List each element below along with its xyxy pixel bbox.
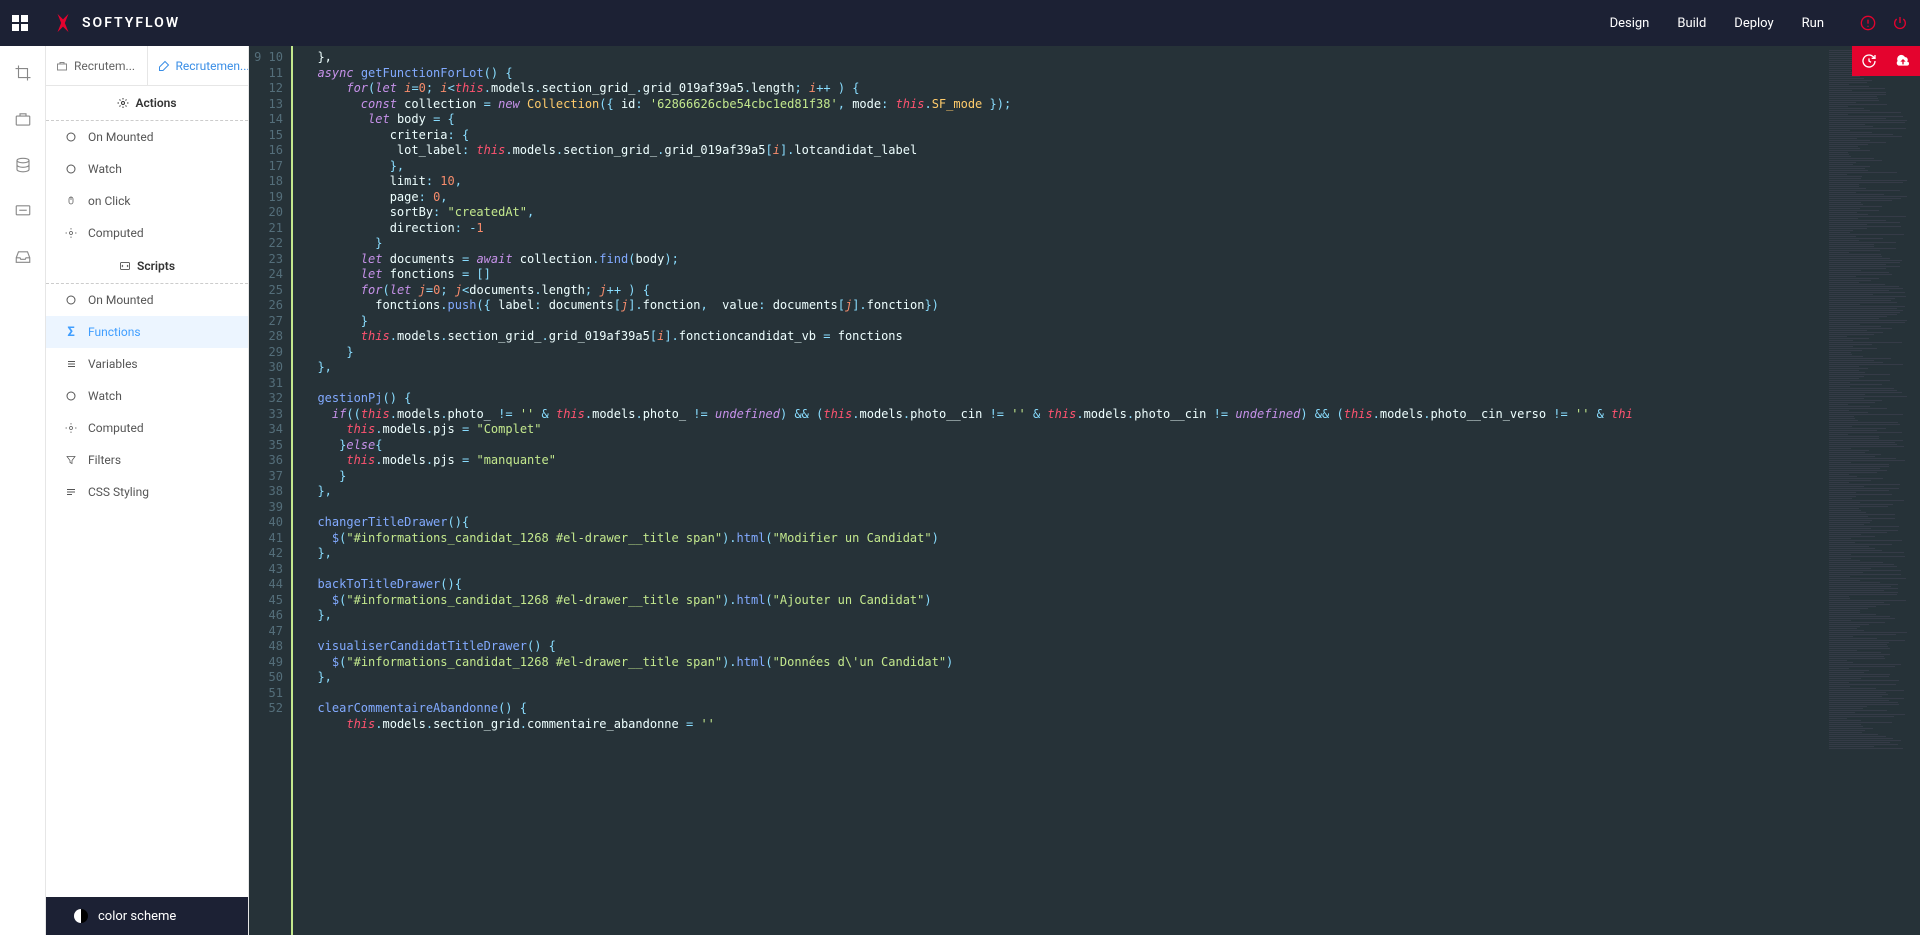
scripts-item-variables[interactable]: Variables xyxy=(46,348,248,380)
brand-name: SOFTYFLOW xyxy=(82,15,180,31)
fold-bar xyxy=(291,46,297,935)
scripts-item-watch[interactable]: Watch xyxy=(46,380,248,412)
cloud-upload-button[interactable] xyxy=(1886,46,1920,76)
scripts-item-functions[interactable]: Σ Functions xyxy=(46,316,248,348)
briefcase-icon xyxy=(56,60,68,72)
item-label: Watch xyxy=(88,162,122,176)
rail-database-icon[interactable] xyxy=(14,156,32,174)
scripts-item-css-styling[interactable]: CSS Styling xyxy=(46,476,248,508)
line-gutter: 9 10 11 12 13 14 15 16 17 18 19 20 21 22… xyxy=(249,46,291,935)
header-left: SOFTYFLOW xyxy=(12,12,180,34)
css-icon xyxy=(64,485,78,499)
sidebar-tabs: Recrutem... Recrutemen... xyxy=(46,46,248,86)
editor-action-buttons xyxy=(1852,46,1920,76)
color-scheme-toggle[interactable]: color scheme xyxy=(46,897,248,935)
scripts-item-on-mounted[interactable]: On Mounted xyxy=(46,284,248,316)
color-scheme-label: color scheme xyxy=(98,909,176,924)
section-title: Scripts xyxy=(137,259,175,273)
history-button[interactable] xyxy=(1852,46,1886,76)
main-area: Recrutem... Recrutemen... Actions On Mou… xyxy=(0,46,1920,935)
code-content[interactable]: }, async getFunctionForLot() { for(let i… xyxy=(297,46,1825,935)
gear-icon xyxy=(64,226,78,240)
rail-crop-icon[interactable] xyxy=(14,64,32,82)
rail-inbox-icon[interactable] xyxy=(14,248,32,266)
warning-icon[interactable] xyxy=(1860,15,1876,31)
item-label: Filters xyxy=(88,453,121,467)
sidebar-tab-1[interactable]: Recrutemen... xyxy=(148,46,249,85)
rail-screen-icon[interactable] xyxy=(14,202,32,220)
actions-item-computed[interactable]: Computed xyxy=(46,217,248,249)
item-label: Variables xyxy=(88,357,138,371)
item-label: Computed xyxy=(88,421,144,435)
contrast-icon xyxy=(74,909,88,923)
tab-label: Recrutemen... xyxy=(176,59,249,73)
power-icon[interactable] xyxy=(1892,15,1908,31)
editor-area: 9 10 11 12 13 14 15 16 17 18 19 20 21 22… xyxy=(249,46,1920,935)
code-icon xyxy=(119,260,131,272)
actions-item-watch[interactable]: Watch xyxy=(46,153,248,185)
apps-grid-icon[interactable] xyxy=(12,15,28,31)
code-editor[interactable]: 9 10 11 12 13 14 15 16 17 18 19 20 21 22… xyxy=(249,46,1920,935)
section-title: Actions xyxy=(135,96,176,110)
header-right: Design Build Deploy Run xyxy=(1610,15,1908,31)
gear-icon xyxy=(117,97,129,109)
scripts-item-computed[interactable]: Computed xyxy=(46,412,248,444)
item-label: On Mounted xyxy=(88,130,153,144)
sidebar-tab-0[interactable]: Recrutem... xyxy=(46,46,148,85)
sigma-icon: Σ xyxy=(64,325,78,339)
logo-icon xyxy=(52,12,74,34)
edit-icon xyxy=(158,60,170,72)
sidebar: Recrutem... Recrutemen... Actions On Mou… xyxy=(46,46,249,935)
mouse-icon xyxy=(64,194,78,208)
actions-item-on-mounted[interactable]: On Mounted xyxy=(46,121,248,153)
scripts-item-filters[interactable]: Filters xyxy=(46,444,248,476)
circle-icon xyxy=(64,130,78,144)
section-scripts-header: Scripts xyxy=(46,249,248,284)
nav-build[interactable]: Build xyxy=(1677,16,1706,31)
gear-icon xyxy=(64,421,78,435)
top-header: SOFTYFLOW Design Build Deploy Run xyxy=(0,0,1920,46)
item-label: CSS Styling xyxy=(88,485,149,499)
minimap[interactable] xyxy=(1825,46,1920,935)
filter-icon xyxy=(64,453,78,467)
section-actions-header: Actions xyxy=(46,86,248,121)
item-label: Computed xyxy=(88,226,144,240)
icon-rail xyxy=(0,46,46,935)
nav-run[interactable]: Run xyxy=(1802,16,1824,31)
circle-icon xyxy=(64,293,78,307)
nav-design[interactable]: Design xyxy=(1610,16,1650,31)
actions-item-on-click[interactable]: on Click xyxy=(46,185,248,217)
item-label: Watch xyxy=(88,389,122,403)
item-label: On Mounted xyxy=(88,293,153,307)
rail-briefcase-icon[interactable] xyxy=(14,110,32,128)
circle-icon xyxy=(64,162,78,176)
brand-logo[interactable]: SOFTYFLOW xyxy=(52,12,180,34)
item-label: on Click xyxy=(88,194,130,208)
tab-label: Recrutem... xyxy=(74,59,135,73)
list-icon xyxy=(64,357,78,371)
item-label: Functions xyxy=(88,325,141,339)
circle-icon xyxy=(64,389,78,403)
nav-deploy[interactable]: Deploy xyxy=(1734,16,1773,31)
